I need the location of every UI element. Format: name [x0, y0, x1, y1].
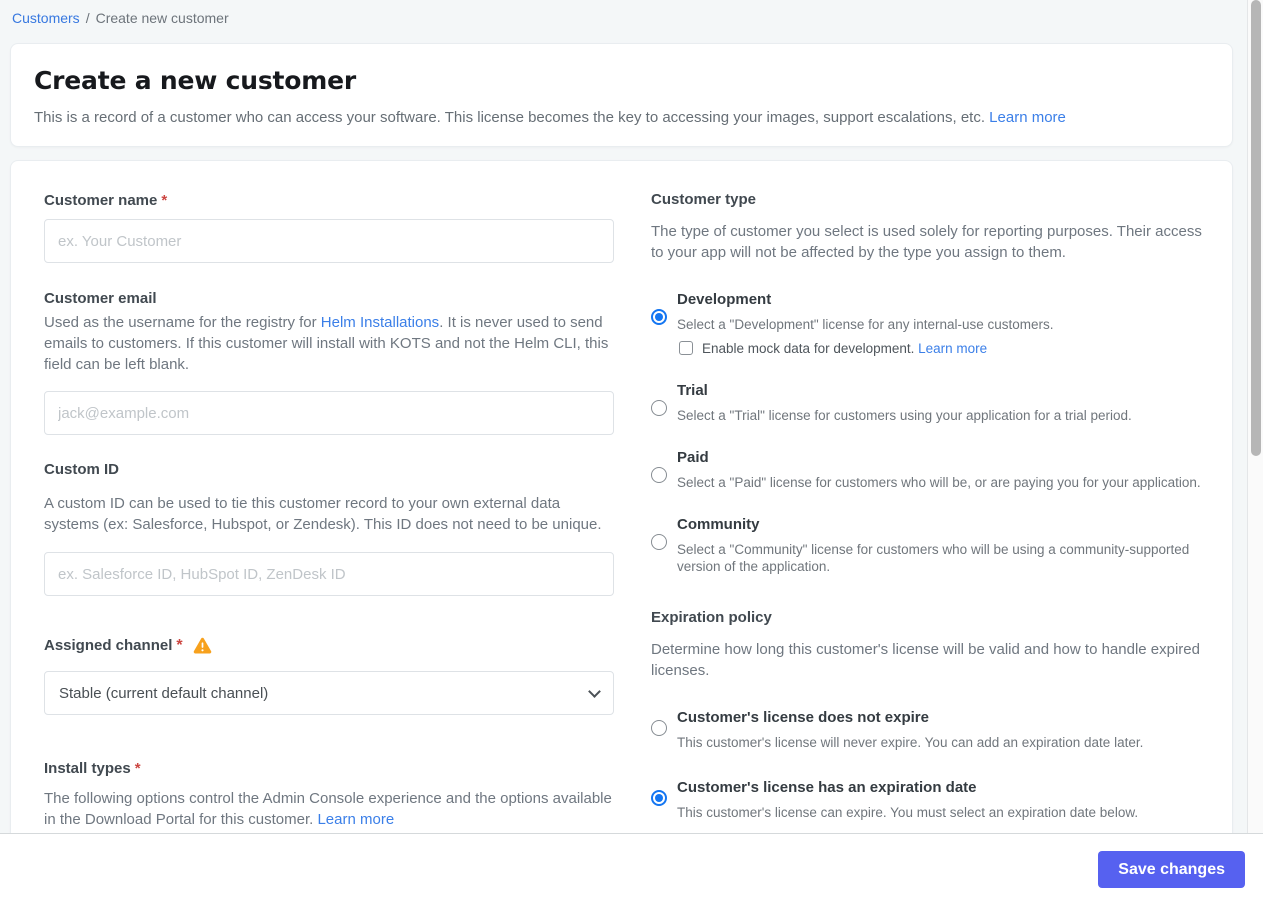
- selected-radio-icon[interactable]: [651, 309, 667, 325]
- page-header-card: Create a new customer This is a record o…: [10, 43, 1233, 147]
- helm-installations-link[interactable]: Helm Installations: [321, 314, 439, 331]
- radio-icon[interactable]: [651, 400, 667, 416]
- option-title[interactable]: Customer's license has an expiration dat…: [677, 778, 1138, 798]
- customer-type-option-community: Community Select a "Community" license f…: [651, 515, 1213, 575]
- breadcrumb-current: Create new customer: [95, 10, 229, 26]
- assigned-channel-group: Assigned channel * Stable (current defau…: [44, 636, 614, 715]
- custom-id-label: Custom ID: [44, 461, 119, 478]
- breadcrumb: Customers / Create new customer: [12, 10, 229, 26]
- customer-name-group: Customer name *: [44, 191, 614, 263]
- warning-icon: [193, 637, 212, 654]
- form-left-column: Customer name* Customer email Used as th…: [44, 191, 614, 849]
- assigned-channel-selected-value: Stable (current default channel): [59, 684, 269, 702]
- header-learn-more-link[interactable]: Learn more: [989, 109, 1066, 126]
- customer-form-card: Customer name* Customer email Used as th…: [10, 160, 1233, 850]
- mock-data-checkbox-row: Enable mock data for development. Learn …: [679, 340, 1054, 357]
- customer-type-option-trial: Trial Select a "Trial" license for custo…: [651, 381, 1213, 424]
- assigned-channel-select[interactable]: Stable (current default channel): [44, 671, 614, 715]
- option-title[interactable]: Trial: [677, 381, 1132, 401]
- option-description: This customer's license will never expir…: [677, 735, 1144, 750]
- customer-name-label: Customer name *: [44, 191, 614, 210]
- customer-email-input[interactable]: [44, 391, 614, 435]
- option-description: Select a "Trial" license for customers u…: [677, 408, 1132, 423]
- breadcrumb-customers-link[interactable]: Customers: [12, 10, 80, 26]
- expiration-policy-section: Expiration policy Determine how long thi…: [651, 609, 1213, 821]
- mock-data-checkbox-label: Enable mock data for development. Learn …: [702, 340, 987, 357]
- create-customer-page: Customers / Create new customer Create a n…: [0, 0, 1263, 905]
- page-scrollbar-track[interactable]: [1247, 0, 1263, 834]
- option-description: Select a "Community" license for custome…: [677, 542, 1190, 574]
- customer-name-label-text: Customer name: [44, 192, 158, 209]
- chevron-down-icon: [588, 684, 601, 698]
- expiration-option-has-date: Customer's license has an expiration dat…: [651, 778, 1213, 821]
- custom-id-input[interactable]: [44, 552, 614, 596]
- customer-email-group: Customer email Used as the username for …: [44, 289, 614, 435]
- option-description: Select a "Development" license for any i…: [677, 317, 1054, 332]
- install-types-label: Install types *: [44, 759, 614, 778]
- mock-data-label-text: Enable mock data for development.: [702, 341, 915, 356]
- customer-type-option-development: Development Select a "Development" licen…: [651, 290, 1213, 357]
- option-title[interactable]: Development: [677, 290, 1054, 310]
- customer-name-input[interactable]: [44, 219, 614, 263]
- customer-email-desc-pre: Used as the username for the registry fo…: [44, 314, 321, 331]
- radio-icon[interactable]: [651, 534, 667, 550]
- required-asterisk: *: [176, 636, 183, 654]
- required-asterisk: *: [161, 192, 168, 209]
- customer-email-description: Used as the username for the registry fo…: [44, 312, 614, 375]
- checkbox-icon[interactable]: [679, 341, 693, 355]
- form-right-column: Customer type The type of customer you s…: [651, 191, 1213, 849]
- customer-type-description: The type of customer you select is used …: [651, 223, 1202, 261]
- option-title[interactable]: Community: [677, 515, 1213, 535]
- page-description-text: This is a record of a customer who can a…: [34, 109, 985, 126]
- install-types-label-text: Install types: [44, 760, 131, 777]
- install-types-learn-more-link[interactable]: Learn more: [317, 811, 394, 828]
- install-types-group: Install types * The following options con…: [44, 759, 614, 830]
- mock-data-learn-more-link[interactable]: Learn more: [918, 341, 987, 356]
- option-title[interactable]: Customer's license does not expire: [677, 708, 1143, 728]
- required-asterisk: *: [134, 760, 141, 777]
- customer-email-label: Customer email: [44, 290, 157, 307]
- option-description: Select a "Paid" license for customers wh…: [677, 475, 1201, 490]
- expiration-policy-description: Determine how long this customer's licen…: [651, 641, 1200, 679]
- option-description: This customer's license can expire. You …: [677, 805, 1139, 820]
- customer-type-label: Customer type: [651, 191, 757, 208]
- page-description: This is a record of a customer who can a…: [34, 107, 1209, 128]
- custom-id-description: A custom ID can be used to tie this cust…: [44, 495, 602, 533]
- customer-type-option-paid: Paid Select a "Paid" license for custome…: [651, 448, 1213, 491]
- expiration-policy-label: Expiration policy: [651, 609, 772, 626]
- breadcrumb-separator: /: [85, 10, 90, 26]
- install-types-description: The following options control the Admin …: [44, 788, 614, 830]
- page-title: Create a new customer: [34, 66, 356, 95]
- expiration-option-no-expire: Customer's license does not expire This …: [651, 708, 1213, 751]
- radio-icon[interactable]: [651, 720, 667, 736]
- radio-icon[interactable]: [651, 467, 667, 483]
- assigned-channel-label: Assigned channel: [44, 637, 173, 654]
- page-scrollbar-thumb[interactable]: [1251, 0, 1261, 456]
- custom-id-group: Custom ID A custom ID can be used to tie…: [44, 460, 614, 596]
- save-changes-button[interactable]: Save changes: [1098, 851, 1245, 888]
- form-footer-bar: Save changes: [0, 833, 1263, 905]
- option-title[interactable]: Paid: [677, 448, 1201, 468]
- selected-radio-icon[interactable]: [651, 790, 667, 806]
